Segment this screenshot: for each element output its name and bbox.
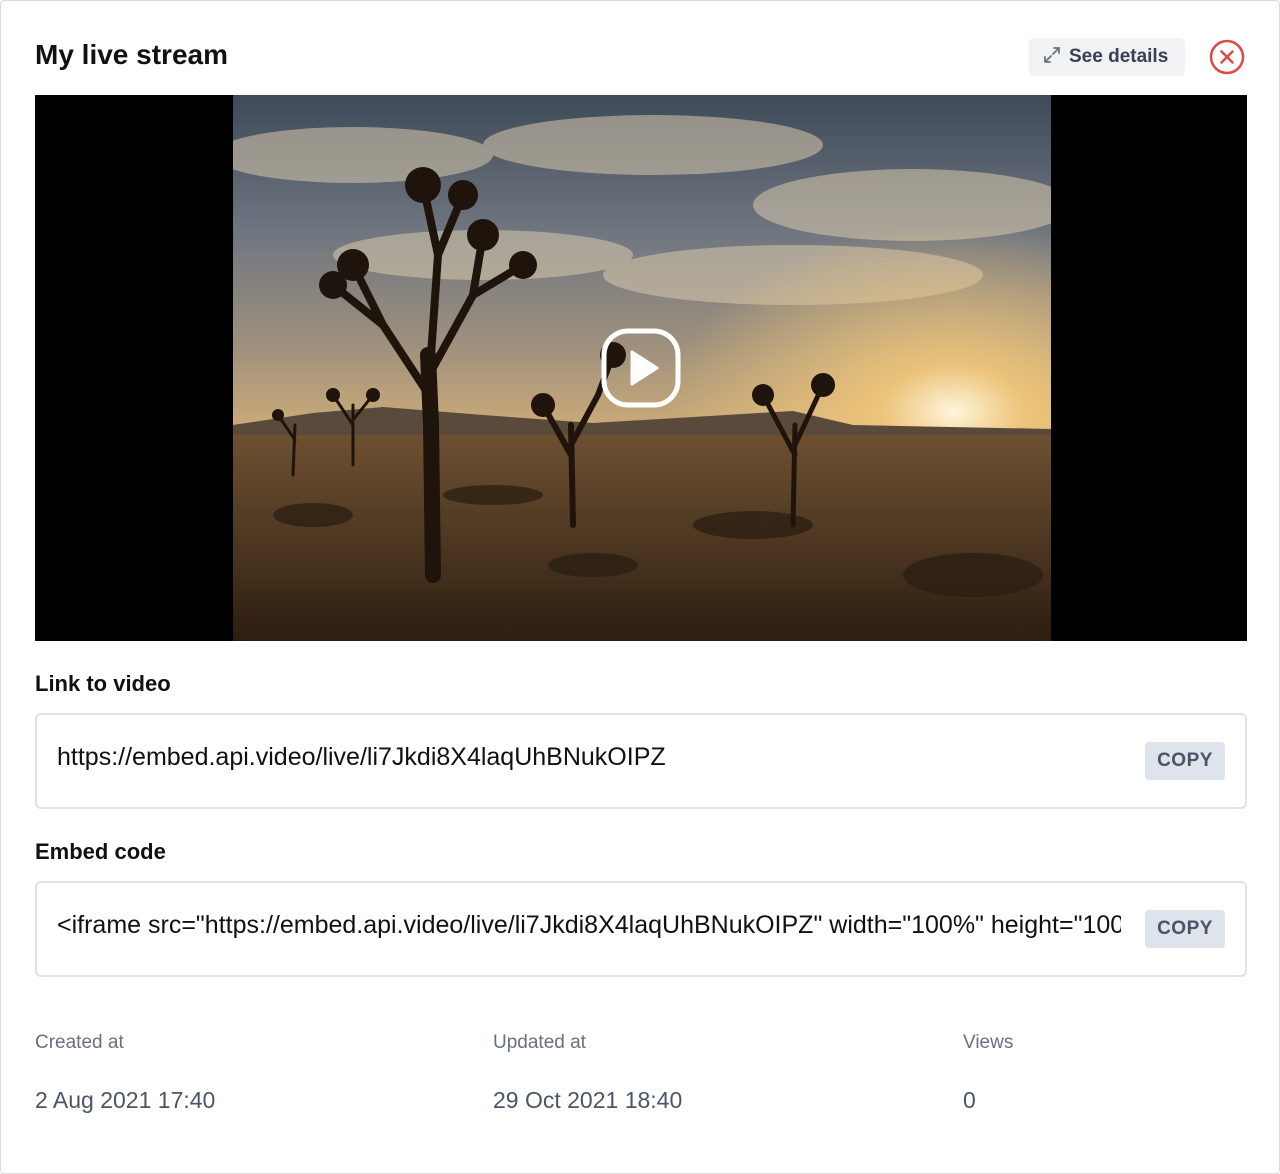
- updated-at-label: Updated at: [493, 1032, 586, 1053]
- embed-code-value[interactable]: <iframe src="https://embed.api.video/liv…: [57, 911, 1121, 940]
- live-stream-modal: My live stream See details Link to video…: [0, 0, 1280, 1174]
- views-value: 0: [963, 1087, 976, 1113]
- embed-code-label: Embed code: [35, 839, 166, 864]
- copy-embed-button[interactable]: COPY: [1145, 910, 1225, 948]
- video-link-value[interactable]: https://embed.api.video/live/li7Jkdi8X4l…: [57, 743, 1121, 772]
- updated-at-value: 29 Oct 2021 18:40: [493, 1087, 683, 1113]
- video-player[interactable]: [35, 95, 1247, 641]
- created-at-value: 2 Aug 2021 17:40: [35, 1087, 216, 1113]
- see-details-button[interactable]: See details: [1029, 38, 1185, 76]
- expand-icon: [1043, 46, 1061, 69]
- copy-link-button[interactable]: COPY: [1145, 742, 1225, 780]
- video-link-field[interactable]: https://embed.api.video/live/li7Jkdi8X4l…: [35, 713, 1247, 809]
- views-label: Views: [963, 1032, 1014, 1053]
- link-to-video-label: Link to video: [35, 671, 171, 696]
- modal-title: My live stream: [35, 39, 228, 70]
- play-icon: [601, 328, 681, 408]
- see-details-label: See details: [1069, 46, 1169, 67]
- close-circle-icon: [1209, 39, 1245, 75]
- embed-code-field[interactable]: <iframe src="https://embed.api.video/liv…: [35, 881, 1247, 977]
- close-button[interactable]: [1208, 38, 1246, 76]
- created-at-label: Created at: [35, 1032, 124, 1053]
- play-button[interactable]: [601, 328, 681, 408]
